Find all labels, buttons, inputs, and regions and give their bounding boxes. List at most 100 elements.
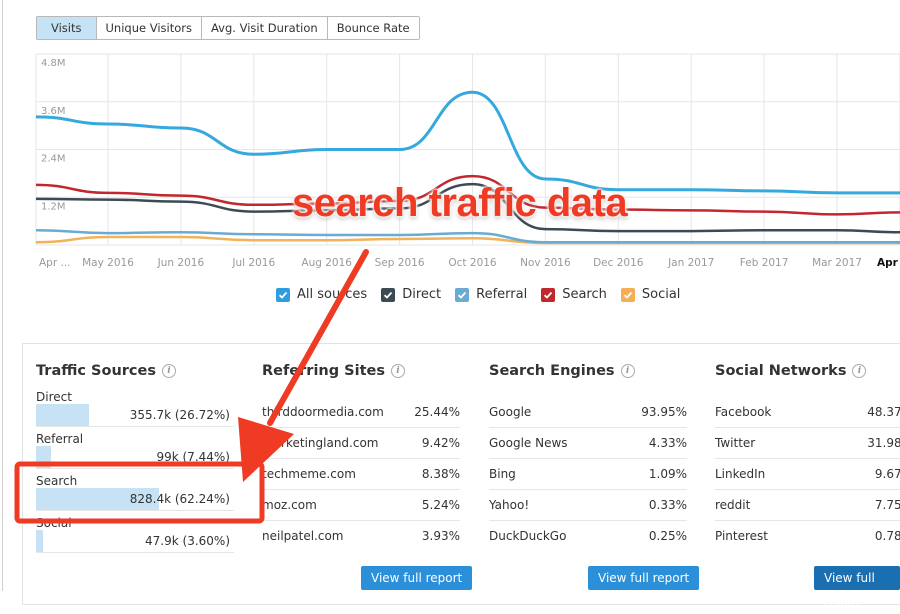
checkbox-checked-icon[interactable] — [455, 287, 470, 302]
info-icon[interactable]: i — [390, 364, 405, 378]
site-share: 3.93% — [421, 529, 460, 543]
network-name: reddit — [715, 498, 751, 512]
legend-all-sources[interactable]: All sources — [276, 287, 367, 302]
site-share: 9.42% — [421, 436, 460, 450]
x-axis-ticks: Apr ... May 2016 Jun 2016 Jul 2016 Aug 2016 S… — [39, 257, 899, 269]
x-tick-label: Feb 2017 — [740, 257, 789, 269]
legend-direct[interactable]: Direct — [381, 287, 441, 302]
tab-unique-visitors[interactable]: Unique Visitors — [95, 17, 201, 39]
network-share: 0.78% — [874, 529, 900, 543]
table-row[interactable]: DuckDuckGo 0.25% — [489, 521, 687, 551]
traffic-source-value: 828.4k (62.24%) — [129, 492, 230, 506]
section-title: Referring Sites — [262, 363, 385, 379]
table-row[interactable]: reddit 7.75% — [715, 490, 900, 521]
legend-search[interactable]: Search — [541, 287, 607, 302]
x-tick-label: Mar 2017 — [812, 257, 862, 269]
social-networks-table: Facebook 48.37% Twitter 31.98% LinkedIn 9.6… — [715, 397, 900, 551]
table-row[interactable]: Facebook 48.37% — [715, 397, 900, 428]
legend-label: Search — [562, 287, 607, 302]
engine-name: Yahoo! — [489, 498, 530, 512]
engine-share: 93.95% — [641, 405, 687, 419]
engine-name: Bing — [489, 467, 516, 481]
site-name[interactable]: neilpatel.com — [262, 521, 344, 551]
network-share: 48.37% — [867, 405, 900, 419]
y-tick-label: 4.8M — [41, 58, 66, 69]
table-row[interactable]: Bing 1.09% — [489, 459, 687, 490]
network-name: Twitter — [715, 436, 756, 450]
checkbox-checked-icon[interactable] — [541, 287, 556, 302]
traffic-source-label: Social — [36, 516, 72, 530]
tab-bounce-rate[interactable]: Bounce Rate — [326, 17, 419, 39]
referring-sites-table: thirddoormedia.com 25.44% marketingland.c… — [262, 397, 460, 551]
site-share: 8.38% — [421, 467, 460, 481]
traffic-source-label: Search — [36, 474, 78, 488]
site-share: 25.44% — [414, 405, 460, 419]
annotation-caption: search traffic data — [292, 181, 628, 225]
traffic-source-direct: Direct 355.7k (26.72%) — [36, 390, 234, 427]
traffic-share-bar — [36, 404, 89, 426]
legend-social[interactable]: Social — [620, 287, 680, 302]
table-row[interactable]: LinkedIn 9.67% — [715, 459, 900, 490]
x-tick-label: Nov 2016 — [520, 257, 571, 269]
site-name[interactable]: marketingland.com — [262, 428, 379, 458]
referring-sites-view-full-report-button[interactable]: View full report — [361, 566, 473, 590]
info-icon[interactable]: i — [620, 364, 635, 378]
section-title: Search Engines — [489, 363, 615, 379]
y-tick-label: 3.6M — [41, 106, 66, 117]
site-name[interactable]: moz.com — [262, 490, 317, 520]
traffic-source-referral: Referral 99k (7.44%) — [36, 432, 234, 469]
network-share: 7.75% — [874, 498, 900, 512]
legend-label: Referral — [476, 287, 528, 302]
network-name: Facebook — [715, 405, 772, 419]
table-row[interactable]: Pinterest 0.78% — [715, 521, 900, 551]
engine-name: Google — [489, 405, 532, 419]
x-tick-label: Aug 2016 — [301, 257, 352, 269]
traffic-source-value: 99k (7.44%) — [156, 450, 230, 464]
table-row[interactable]: thirddoormedia.com 25.44% — [262, 397, 460, 428]
legend-referral[interactable]: Referral — [455, 287, 527, 302]
x-tick-label: Jun 2016 — [157, 257, 205, 269]
site-name[interactable]: techmeme.com — [262, 459, 356, 489]
info-icon[interactable]: i — [162, 364, 176, 378]
table-row[interactable]: neilpatel.com 3.93% — [262, 521, 460, 551]
search-engines-table: Google 93.95% Google News 4.33% Bing 1.09% … — [489, 397, 687, 551]
network-name: Pinterest — [715, 529, 769, 543]
x-tick-label: Apr ... — [39, 257, 71, 269]
checkbox-checked-icon[interactable] — [276, 287, 290, 302]
section-title: Traffic Sources — [36, 363, 156, 379]
table-row[interactable]: techmeme.com 8.38% — [262, 459, 460, 490]
legend-label: Direct — [402, 287, 442, 302]
network-share: 31.98% — [867, 436, 900, 450]
table-row[interactable]: Google News 4.33% — [489, 428, 687, 459]
referring-sites-section: Referring Sites i — [262, 362, 405, 380]
x-tick-label: Sep 2016 — [375, 257, 425, 269]
table-row[interactable]: marketingland.com 9.42% — [262, 428, 460, 459]
tab-visits[interactable]: Visits — [37, 17, 96, 39]
tab-avg-visit-duration[interactable]: Avg. Visit Duration — [200, 17, 327, 39]
y-axis-ticks: 4.8M 3.6M 2.4M 1.2M — [41, 58, 66, 212]
social-networks-view-full-report-button[interactable]: View full report — [814, 566, 900, 609]
table-row[interactable]: Twitter 31.98% — [715, 428, 900, 459]
checkbox-checked-icon[interactable] — [620, 287, 635, 302]
site-name[interactable]: thirddoormedia.com — [262, 397, 384, 427]
engine-name: Google News — [489, 436, 568, 450]
engine-name: DuckDuckGo — [489, 529, 567, 543]
x-tick-label: Dec 2016 — [593, 257, 644, 269]
traffic-share-bar — [36, 530, 44, 552]
chart-legend: All sources Direct Referral Search Socia… — [276, 287, 680, 302]
series-line-all-sources — [35, 90, 900, 195]
traffic-source-value: 355.7k (26.72%) — [129, 408, 230, 422]
table-row[interactable]: Google 93.95% — [489, 397, 687, 428]
traffic-share-bar — [36, 446, 51, 468]
network-name: LinkedIn — [715, 467, 766, 481]
table-row[interactable]: moz.com 5.24% — [262, 490, 460, 521]
info-icon[interactable]: i — [852, 364, 867, 378]
traffic-sources-section: Traffic Sources i — [36, 362, 176, 380]
search-engines-view-full-report-button[interactable]: View full report — [588, 566, 700, 590]
table-row[interactable]: Yahoo! 0.33% — [489, 490, 687, 521]
section-title: Social Networks — [715, 363, 847, 379]
checkbox-checked-icon[interactable] — [381, 287, 396, 302]
metric-tabs: Visits Unique Visitors Avg. Visit Durati… — [36, 16, 420, 40]
y-tick-label: 2.4M — [41, 154, 66, 165]
traffic-line-chart: 4.8M 3.6M 2.4M 1.2M Apr ... May 2016 Jun 2016… — [35, 53, 900, 269]
